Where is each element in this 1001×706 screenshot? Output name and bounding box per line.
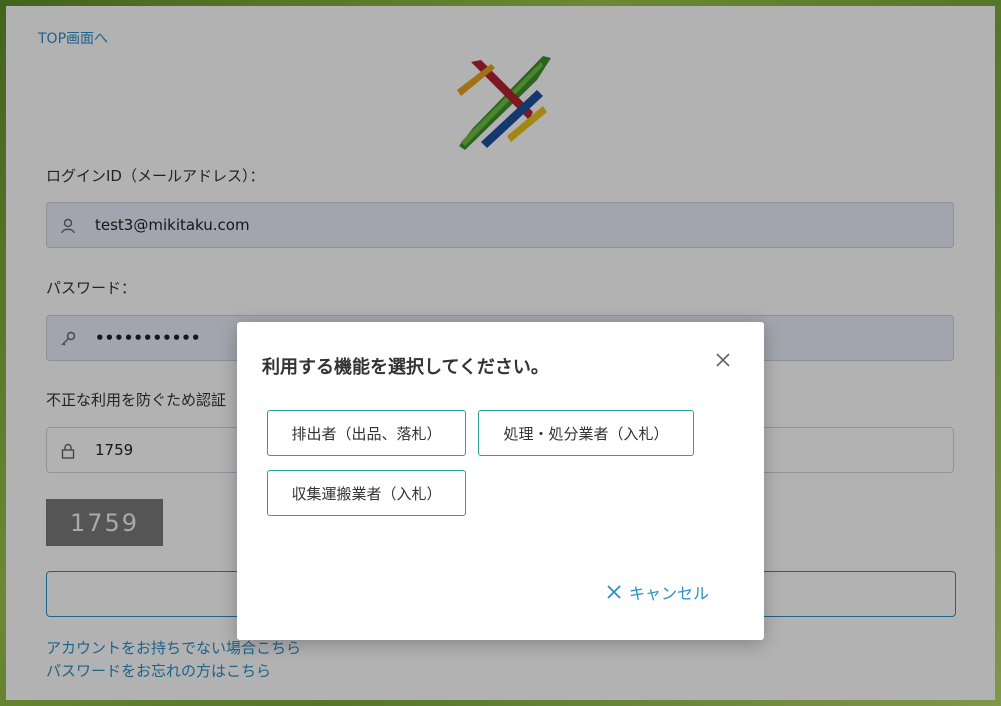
option-processor[interactable]: 処理・処分業者（入札） (478, 410, 694, 456)
close-icon (607, 585, 621, 599)
function-select-dialog: 利用する機能を選択してください。 排出者（出品、落札） 処理・処分業者（入札） … (237, 322, 764, 640)
cancel-label: キャンセル (629, 584, 710, 603)
dialog-title: 利用する機能を選択してください。 (262, 357, 549, 378)
option-collector[interactable]: 収集運搬業者（入札） (267, 470, 466, 516)
close-icon[interactable] (715, 352, 731, 368)
option-emitter[interactable]: 排出者（出品、落札） (267, 410, 466, 456)
cancel-button[interactable]: キャンセル (607, 580, 709, 604)
